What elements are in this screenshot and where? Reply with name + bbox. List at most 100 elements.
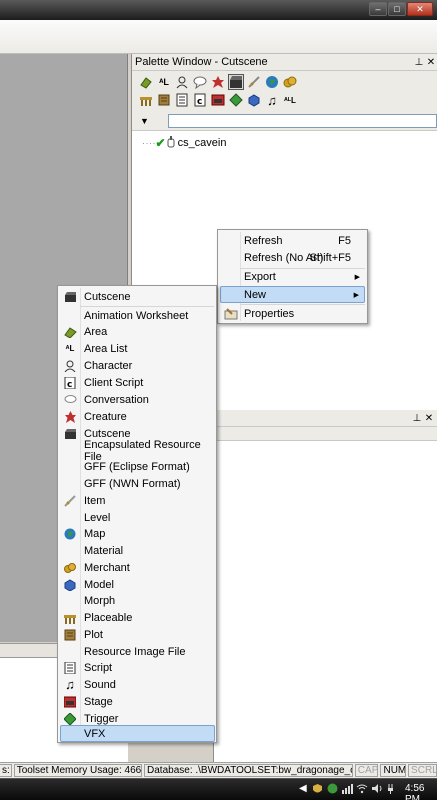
sound-icon[interactable]: ♫: [264, 92, 280, 108]
submenu-item-stage[interactable]: Stage: [60, 693, 215, 710]
maximize-button[interactable]: □: [388, 2, 406, 16]
placeable-icon[interactable]: [138, 92, 154, 108]
network-icon[interactable]: [341, 782, 353, 795]
sound-icon: ♫: [65, 677, 75, 692]
close-button[interactable]: ✕: [407, 2, 433, 16]
new-submenu: Cutscene Animation Worksheet Area ᴬL Are…: [57, 285, 217, 743]
submenu-item-label: Item: [84, 494, 106, 507]
submenu-item-label: Character: [84, 359, 133, 372]
conversation-icon[interactable]: [192, 74, 208, 90]
status-fragment: s:: [0, 764, 12, 777]
memory-usage: Toolset Memory Usage: 466 MB: [13, 764, 143, 777]
tree-connector: · · · ·: [142, 138, 155, 148]
area-list-icon-2[interactable]: ᴬᴸL: [282, 92, 298, 108]
close-icon[interactable]: ✕: [425, 57, 437, 68]
cutscene-file-icon: [167, 135, 175, 151]
script-icon[interactable]: [174, 92, 190, 108]
client-script-icon[interactable]: c: [192, 92, 208, 108]
submenu-item-map[interactable]: Map: [60, 525, 215, 542]
submenu-item-label: Conversation: [84, 393, 149, 406]
pin-icon[interactable]: ⊥: [411, 413, 423, 424]
minimize-button[interactable]: –: [369, 2, 387, 16]
submenu-arrow-icon: ▶: [353, 291, 359, 299]
map-icon[interactable]: [264, 74, 280, 90]
character-icon[interactable]: [174, 74, 190, 90]
submenu-item-morph[interactable]: Morph: [60, 592, 215, 609]
submenu-item-sound[interactable]: ♫ Sound: [60, 676, 215, 693]
menu-item-properties[interactable]: Properties: [220, 305, 365, 322]
area-icon[interactable]: [138, 74, 154, 90]
area-list-icon[interactable]: ᴬL: [156, 74, 172, 90]
volume-icon[interactable]: [371, 782, 383, 795]
submenu-item-label: Resource Image File: [84, 645, 186, 658]
trigger-icon[interactable]: [228, 92, 244, 108]
palette-filter-row: ▼: [132, 111, 437, 131]
caps-lock-indicator: CAP: [354, 764, 379, 777]
submenu-item-client-script[interactable]: c Client Script: [60, 374, 215, 391]
power-icon[interactable]: [386, 782, 398, 795]
submenu-item-gff-eclipse[interactable]: GFF (Eclipse Format): [60, 458, 215, 475]
submenu-item-material[interactable]: Material: [60, 542, 215, 559]
submenu-item-label: Map: [84, 527, 106, 540]
submenu-item-cutscene-top[interactable]: Cutscene: [60, 288, 215, 305]
clock[interactable]: 4:56 PM: [405, 783, 437, 800]
submenu-item-area[interactable]: Area: [60, 323, 215, 340]
palette-toolbar: ᴬL c ♫ ᴬᴸL: [132, 71, 437, 111]
window-title-bar: – □ ✕: [0, 0, 437, 20]
cutscene-icon[interactable]: [228, 74, 244, 90]
wifi-icon[interactable]: [356, 782, 368, 795]
submenu-item-animation-worksheet[interactable]: Animation Worksheet: [60, 307, 215, 324]
submenu-item-resource-image-file[interactable]: Resource Image File: [60, 643, 215, 660]
menu-item-export[interactable]: Export ▶: [220, 268, 365, 285]
submenu-item-creature[interactable]: Creature: [60, 408, 215, 425]
pin-icon[interactable]: ⊥: [413, 57, 425, 68]
submenu-item-model[interactable]: Model: [60, 576, 215, 593]
area-list-icon: ᴬL: [65, 344, 75, 353]
submenu-item-label: Sound: [84, 678, 116, 691]
tree-item-label: cs_cavein: [177, 137, 227, 149]
plot-icon[interactable]: [156, 92, 172, 108]
submenu-item-label: Script: [84, 661, 113, 674]
item-icon: [60, 494, 80, 507]
script-icon: [60, 661, 80, 674]
system-tray: [311, 782, 398, 795]
menu-item-refresh-no-art[interactable]: Refresh (No Art) Shift+F5: [220, 249, 365, 266]
submenu-item-label: Cutscene: [84, 290, 131, 303]
submenu-item-conversation[interactable]: Conversation: [60, 391, 215, 408]
model-icon[interactable]: [246, 92, 262, 108]
submenu-item-label: Model: [84, 578, 114, 591]
stage-icon[interactable]: [210, 92, 226, 108]
submenu-item-script[interactable]: Script: [60, 659, 215, 676]
creature-icon[interactable]: [210, 74, 226, 90]
filter-dropdown-icon[interactable]: ▼: [140, 116, 154, 126]
antivirus-icon[interactable]: [326, 782, 338, 795]
shield-icon[interactable]: [311, 782, 323, 795]
submenu-item-plot[interactable]: Plot: [60, 626, 215, 643]
trigger-icon: [60, 712, 80, 725]
submenu-item-placeable[interactable]: Placeable: [60, 609, 215, 626]
status-bar: s: Toolset Memory Usage: 466 MB Database…: [0, 762, 437, 778]
submenu-item-label: Creature: [84, 410, 127, 423]
submenu-item-area-list[interactable]: ᴬL Area List: [60, 340, 215, 357]
submenu-item-character[interactable]: Character: [60, 357, 215, 374]
submenu-item-label: Level: [84, 511, 111, 524]
menu-item-refresh[interactable]: Refresh F5: [220, 232, 365, 249]
close-icon[interactable]: ✕: [423, 413, 435, 424]
submenu-item-merchant[interactable]: Merchant: [60, 559, 215, 576]
merchant-icon[interactable]: [282, 74, 298, 90]
svg-text:c: c: [197, 97, 202, 107]
palette-filter-input[interactable]: [167, 113, 437, 128]
area-icon: [60, 326, 80, 338]
menu-item-new[interactable]: New ▶: [220, 286, 365, 303]
client-script-icon: c: [60, 376, 80, 389]
submenu-item-gff-nwn[interactable]: GFF (NWN Format): [60, 475, 215, 492]
tree-item[interactable]: · · · · ✔ cs_cavein: [142, 135, 437, 151]
item-icon[interactable]: [246, 74, 262, 90]
submenu-item-item[interactable]: Item: [60, 492, 215, 509]
submenu-item-encapsulated-resource-file[interactable]: Encapsulated Resource File: [60, 439, 215, 463]
submenu-item-vfx[interactable]: VFX: [60, 725, 215, 742]
palette-toolbar-row-2: c ♫ ᴬᴸL: [138, 92, 437, 109]
show-hidden-icons-button[interactable]: ◀: [299, 783, 307, 794]
submenu-item-label: Trigger: [84, 712, 119, 725]
submenu-item-level[interactable]: Level: [60, 509, 215, 526]
